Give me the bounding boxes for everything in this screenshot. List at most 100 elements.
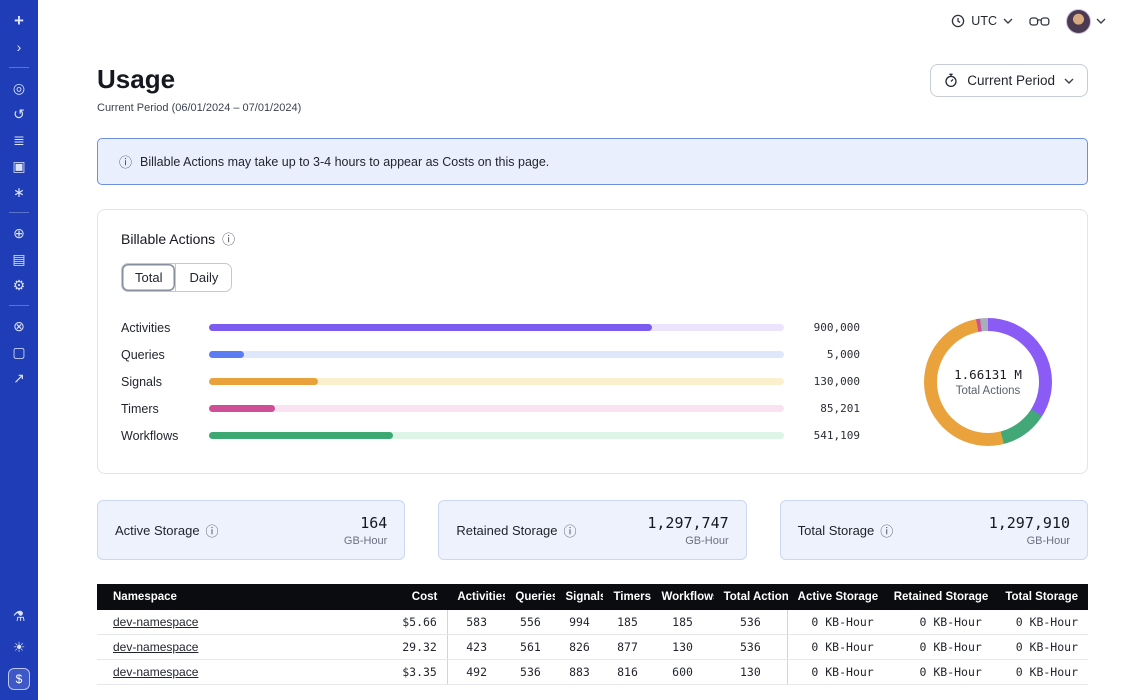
table-cell: 0 KB-Hour xyxy=(884,660,992,685)
stat-title: Retained Storage xyxy=(456,523,557,538)
timezone-selector[interactable]: UTC xyxy=(951,14,1013,28)
table-row: dev-namespace$5.665835569941851855360 KB… xyxy=(97,610,1088,635)
bar-value: 541,109 xyxy=(784,429,876,442)
settings-gear-icon[interactable]: ⚙ xyxy=(0,272,38,298)
table-cell: 130 xyxy=(714,660,788,685)
donut-chart: 1.66131 M Total Actions xyxy=(924,318,1052,446)
sidebar-bottom: ⚗ ☀ $ xyxy=(0,603,38,690)
bar-row: Queries 5,000 xyxy=(121,341,876,368)
table-cell: 877 xyxy=(603,635,651,660)
bar-fill xyxy=(209,405,275,412)
bar-track xyxy=(209,405,784,412)
chevron-down-icon xyxy=(1096,18,1106,24)
card-title: Billable Actions ⓘ xyxy=(121,229,1064,248)
table-cell: dev-namespace xyxy=(97,610,357,635)
table-cell: 536 xyxy=(714,610,788,635)
table-cell: 0 KB-Hour xyxy=(788,635,884,660)
region-globe-icon[interactable]: ⊕ xyxy=(0,220,38,246)
info-icon: ⓘ xyxy=(206,521,219,540)
info-banner: ⓘ Billable Actions may take up to 3-4 ho… xyxy=(97,138,1088,185)
bar-label: Workflows xyxy=(121,429,209,443)
bar-chart: Activities900,000 Queries 5,000 Signals130,… xyxy=(121,314,876,449)
table-cell: dev-namespace xyxy=(97,635,357,660)
launch-icon[interactable]: ↗ xyxy=(0,365,38,391)
col-header: Workflows xyxy=(652,584,714,610)
table-cell: dev-namespace xyxy=(97,660,357,685)
namespace-link[interactable]: dev-namespace xyxy=(113,615,198,629)
app: +›◎↺≣▣∗⊕▤⚙⊗▢↗ ⚗☀$ UTC Usage Cu xyxy=(0,0,1126,700)
period-selector-button[interactable]: Current Period xyxy=(930,64,1088,97)
table-cell: 0 KB-Hour xyxy=(992,635,1088,660)
col-header: Total Actions xyxy=(714,584,788,610)
info-icon: ⓘ xyxy=(564,521,577,540)
bar-label: Queries xyxy=(121,348,209,362)
total-actions-label: Total Actions xyxy=(956,385,1021,397)
account-menu[interactable] xyxy=(1066,9,1106,34)
table-cell: $3.35 xyxy=(357,660,447,685)
bar-value: 5,000 xyxy=(784,348,876,361)
usage-icon[interactable]: ⊗ xyxy=(0,313,38,339)
billing-card-icon[interactable]: ▤ xyxy=(0,246,38,272)
table-cell: 185 xyxy=(603,610,651,635)
table-cell: 883 xyxy=(555,660,603,685)
stat-unit: GB-Hour xyxy=(989,535,1070,547)
total-actions-value: 1.66131 M xyxy=(954,367,1022,382)
bar-value: 85,201 xyxy=(784,402,876,415)
col-header: Total Storage xyxy=(992,584,1088,610)
usage-table: NamespaceCostActivitiesQueriesSignalsTim… xyxy=(97,584,1088,685)
layers-icon[interactable]: ≣ xyxy=(0,127,38,153)
namespace-link[interactable]: dev-namespace xyxy=(113,665,198,679)
table-cell: 0 KB-Hour xyxy=(884,610,992,635)
donut-wrap: 1.66131 M Total Actions xyxy=(912,318,1064,446)
col-header: Namespace xyxy=(97,584,357,610)
tab-daily[interactable]: Daily xyxy=(175,264,231,291)
namespaces-icon[interactable]: ◎ xyxy=(0,75,38,101)
period-button-label: Current Period xyxy=(967,73,1055,88)
namespace-link[interactable]: dev-namespace xyxy=(113,640,198,654)
banner-text: Billable Actions may take up to 3-4 hour… xyxy=(140,155,549,169)
temporal-logo-icon[interactable]: + xyxy=(0,8,38,34)
table-cell: 0 KB-Hour xyxy=(992,660,1088,685)
sidebar-groups: +› ◎↺≣▣∗ ⊕▤⚙ ⊗▢↗ xyxy=(0,8,38,391)
table-cell: 423 xyxy=(447,635,505,660)
table-cell: 185 xyxy=(652,610,714,635)
bar-fill xyxy=(209,432,393,439)
table-cell: 0 KB-Hour xyxy=(884,635,992,660)
table-header-row: NamespaceCostActivitiesQueriesSignalsTim… xyxy=(97,584,1088,610)
table-row: dev-namespace$3.354925368838166001300 KB… xyxy=(97,660,1088,685)
stat-unit: GB-Hour xyxy=(647,535,728,547)
lab-flask-icon[interactable]: ⚗ xyxy=(0,603,38,629)
chevron-down-icon xyxy=(1003,18,1013,24)
sidebar-divider xyxy=(9,305,29,306)
theme-sun-icon[interactable]: ☀ xyxy=(0,634,38,660)
docs-icon[interactable]: ▢ xyxy=(0,339,38,365)
bar-row: Signals130,000 xyxy=(121,368,876,395)
table-cell: 0 KB-Hour xyxy=(788,660,884,685)
schedules-icon[interactable]: ∗ xyxy=(0,179,38,205)
table-cell: 0 KB-Hour xyxy=(788,610,884,635)
bar-track xyxy=(209,351,784,358)
bar-track xyxy=(209,324,784,331)
table-cell: 583 xyxy=(447,610,505,635)
bar-value: 130,000 xyxy=(784,375,876,388)
col-header: Timers xyxy=(603,584,651,610)
billable-actions-card: Billable Actions ⓘ Total Daily Activitie… xyxy=(97,209,1088,474)
bar-row: Activities900,000 xyxy=(121,314,876,341)
bar-label: Timers xyxy=(121,402,209,416)
table-cell: 492 xyxy=(447,660,505,685)
expand-sidebar-icon[interactable]: › xyxy=(0,34,38,60)
sidebar-divider xyxy=(9,67,29,68)
avatar xyxy=(1066,9,1091,34)
stat-title: Active Storage xyxy=(115,523,200,538)
bar-fill xyxy=(209,378,318,385)
pricing-dollar-button[interactable]: $ xyxy=(8,668,30,690)
info-icon: ⓘ xyxy=(222,229,235,248)
tab-total[interactable]: Total xyxy=(122,264,175,291)
bar-track xyxy=(209,432,784,439)
goggles-icon[interactable] xyxy=(1029,14,1050,28)
chevron-down-icon xyxy=(1064,78,1074,84)
deployments-icon[interactable]: ▣ xyxy=(0,153,38,179)
table-cell: 994 xyxy=(555,610,603,635)
bar-fill xyxy=(209,351,244,358)
history-icon[interactable]: ↺ xyxy=(0,101,38,127)
